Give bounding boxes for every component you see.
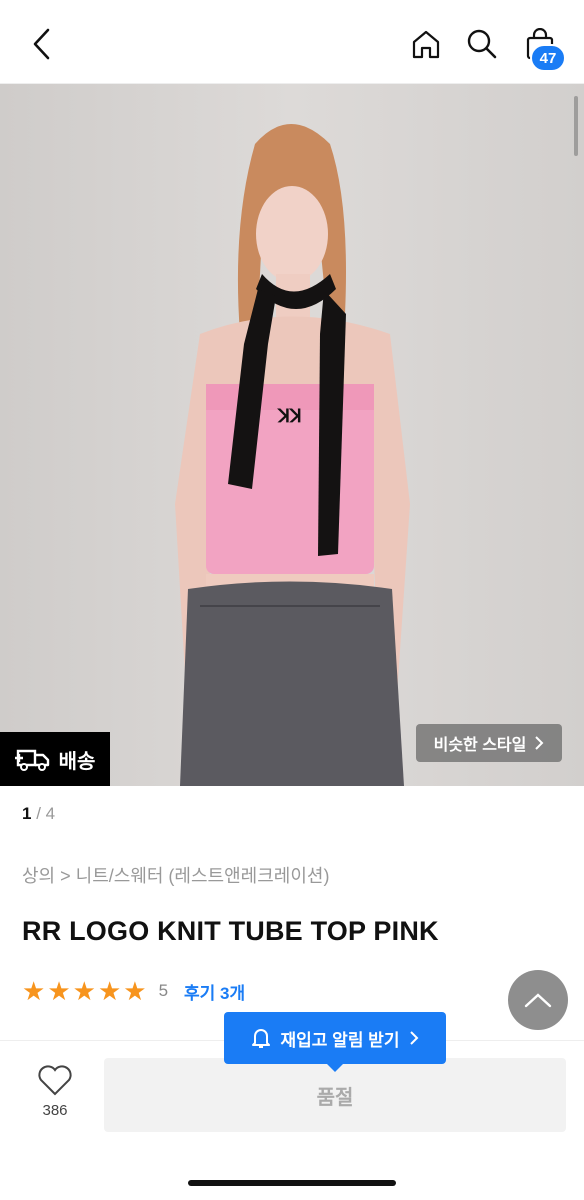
image-pager: 1 / 4 <box>22 804 55 824</box>
page-separator: / <box>36 804 41 823</box>
delivery-badge: 배송 <box>0 732 110 786</box>
search-icon <box>467 29 497 59</box>
similar-style-label: 비슷한 스타일 <box>433 737 527 754</box>
star-icon: ★ <box>97 976 122 1006</box>
home-icon <box>412 30 440 59</box>
star-icon: ★ <box>47 976 71 1006</box>
restock-label: 재입고 알림 받기 <box>280 1030 400 1050</box>
rating-row: ★ ★ ★ ★ ★ 5 후기 3개 <box>22 978 245 1004</box>
similar-style-button[interactable]: 비슷한 스타일 <box>416 724 562 762</box>
cart-count-badge: 47 <box>530 44 566 72</box>
reviews-link[interactable]: 후기 3개 <box>184 979 245 1004</box>
top-navigation-bar: 47 <box>0 0 584 84</box>
star-icon: ★ <box>123 976 147 1006</box>
delivery-truck-icon <box>14 749 49 771</box>
category-breadcrumb[interactable]: 상의 > 니트/스웨터 (레스트앤레크레이션) <box>22 862 329 888</box>
scroll-to-top-button[interactable] <box>508 970 568 1030</box>
page-current: 1 <box>22 804 32 823</box>
scroll-indicator <box>574 96 578 156</box>
chevron-right-icon <box>410 1031 419 1045</box>
delivery-label: 배송 <box>58 750 96 773</box>
home-indicator <box>188 1180 396 1186</box>
product-title: RR LOGO KNIT TUBE TOP PINK <box>22 916 439 946</box>
rating-count: 5 <box>158 981 169 1000</box>
star-icon: ★ <box>72 976 96 1006</box>
star-icon: ★ <box>22 976 46 1006</box>
chevron-left-icon <box>33 28 50 60</box>
home-button[interactable] <box>404 22 448 66</box>
restock-alert-button[interactable]: 재입고 알림 받기 <box>224 1012 446 1072</box>
page-total: 4 <box>45 804 56 823</box>
bell-icon <box>251 1029 270 1048</box>
back-button[interactable] <box>20 22 64 66</box>
product-image-gallery[interactable]: ꓘꓘ <box>0 84 584 786</box>
like-count: 386 <box>42 1102 68 1119</box>
chevron-right-icon <box>535 736 544 750</box>
chevron-up-icon <box>524 993 552 1008</box>
like-button[interactable]: 386 <box>22 1064 88 1119</box>
svg-text:ꓘꓘ: ꓘꓘ <box>276 406 302 426</box>
heart-icon <box>38 1065 72 1096</box>
search-button[interactable] <box>460 22 504 66</box>
product-photo: ꓘꓘ <box>0 84 584 786</box>
